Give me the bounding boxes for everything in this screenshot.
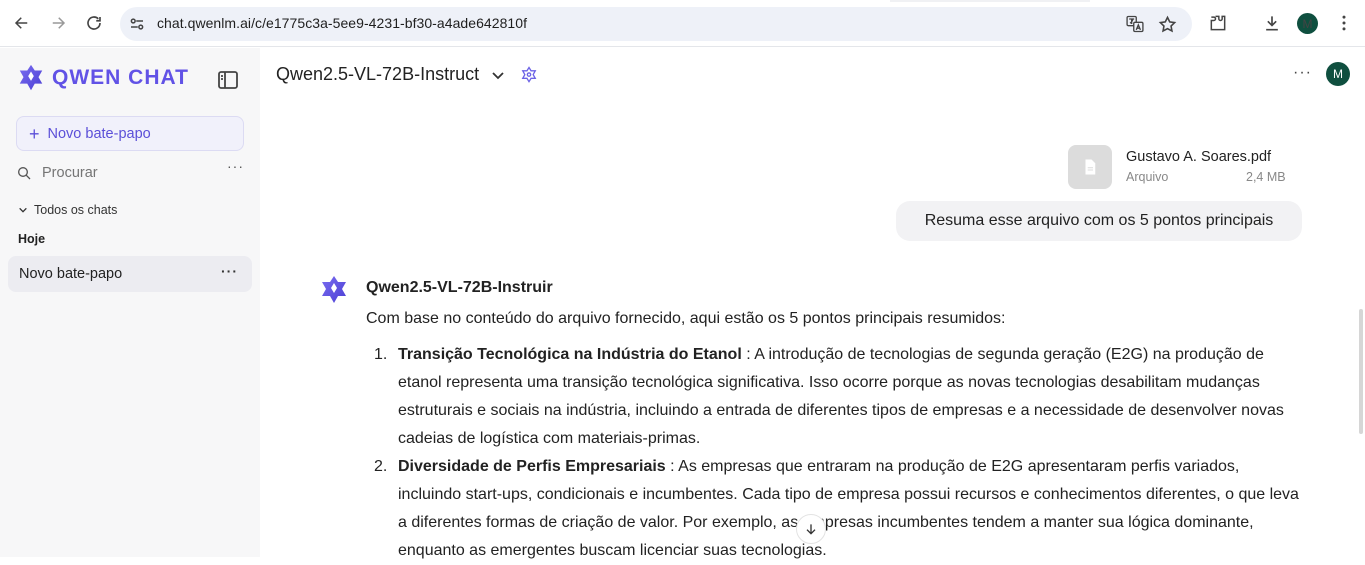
list-number: 2. (374, 458, 388, 475)
back-button[interactable] (8, 9, 36, 37)
plus-icon: + (29, 123, 40, 144)
qwen-logo-icon (19, 64, 43, 91)
tab-strip-edge (890, 0, 1090, 2)
model-badge-icon[interactable] (519, 65, 539, 85)
chat-list-item[interactable]: Novo bate-papo ··· (8, 256, 252, 292)
list-item: 2. Diversidade de Perfis Empresariais : A… (366, 453, 1306, 565)
user-message: Resuma esse arquivo com os 5 pontos prin… (896, 201, 1302, 241)
all-chats-toggle[interactable]: Todos os chats (18, 203, 117, 217)
assistant-intro: Com base no conteúdo do arquivo fornecid… (366, 310, 1006, 327)
all-chats-label: Todos os chats (34, 203, 118, 217)
file-type: Arquivo (1126, 170, 1169, 184)
url-text[interactable]: chat.qwenlm.ai/c/e1775c3a-5ee9-4231-bf30… (157, 15, 527, 31)
model-selector[interactable]: Qwen2.5-VL-72B-Instruct (276, 64, 539, 85)
chat-main: Qwen2.5-VL-72B-Instruct ··· M Gustavo A.… (260, 48, 1365, 559)
file-attachment[interactable]: Gustavo A. Soares.pdf Arquivo 2,4 MB (1068, 144, 1294, 190)
new-chat-button[interactable]: + Novo bate-papo (16, 116, 244, 151)
arrow-down-icon (806, 524, 816, 535)
logo-text: QWEN CHAT (52, 66, 189, 89)
extensions-icon[interactable] (1207, 12, 1229, 34)
chat-item-options-button[interactable]: ··· (221, 263, 238, 279)
search-options-button[interactable]: ··· (227, 158, 244, 174)
address-bar[interactable]: chat.qwenlm.ai/c/e1775c3a-5ee9-4231-bf30… (120, 7, 1192, 41)
reload-button[interactable] (80, 9, 108, 37)
assistant-message: Com base no conteúdo do arquivo fornecid… (366, 305, 1306, 565)
sidebar-panel-icon (218, 71, 238, 89)
arrow-left-icon (14, 17, 28, 29)
list-item-heading: Transição Tecnológica na Indústria do Et… (398, 346, 742, 363)
profile-avatar[interactable]: M (1297, 13, 1318, 34)
reload-icon (87, 16, 101, 30)
new-chat-label: Novo bate-papo (47, 125, 151, 142)
download-icon[interactable] (1261, 12, 1283, 34)
file-icon (1068, 145, 1112, 189)
sidebar-toggle-button[interactable] (216, 68, 240, 92)
assistant-avatar-icon (322, 276, 346, 303)
file-name: Gustavo A. Soares.pdf (1126, 149, 1272, 165)
search-bar: ··· (16, 158, 244, 184)
search-icon (18, 167, 31, 180)
browser-toolbar: chat.qwenlm.ai/c/e1775c3a-5ee9-4231-bf30… (0, 0, 1365, 47)
arrow-right-icon (52, 17, 66, 29)
site-settings-icon[interactable] (128, 15, 146, 33)
chevron-down-icon (19, 207, 27, 213)
scroll-to-bottom-button[interactable] (796, 514, 826, 544)
logo[interactable]: QWEN CHAT (16, 63, 189, 93)
chat-options-button[interactable]: ··· (1293, 64, 1312, 82)
sidebar: QWEN CHAT + Novo bate-papo ··· Todos os … (0, 48, 260, 557)
list-item-heading: Diversidade de Perfis Empresariais (398, 458, 666, 475)
list-item: 1. Transição Tecnológica na Indústria do … (366, 341, 1306, 453)
chevron-down-icon (492, 71, 504, 79)
translate-icon[interactable] (1125, 14, 1145, 34)
scrollbar[interactable] (1359, 309, 1363, 434)
browser-menu-icon[interactable] (1333, 12, 1355, 34)
forward-button[interactable] (44, 9, 72, 37)
search-input[interactable] (42, 165, 202, 181)
assistant-name: Qwen2.5-VL-72B-Instruir (366, 279, 553, 296)
list-number: 1. (374, 346, 388, 363)
file-size: 2,4 MB (1246, 170, 1286, 184)
summary-list: 1. Transição Tecnológica na Indústria do … (366, 341, 1306, 565)
bookmark-star-icon[interactable] (1157, 14, 1177, 34)
group-label-today: Hoje (18, 232, 46, 246)
user-avatar[interactable]: M (1326, 62, 1350, 86)
chat-item-label: Novo bate-papo (19, 266, 123, 282)
model-name: Qwen2.5-VL-72B-Instruct (276, 64, 480, 84)
